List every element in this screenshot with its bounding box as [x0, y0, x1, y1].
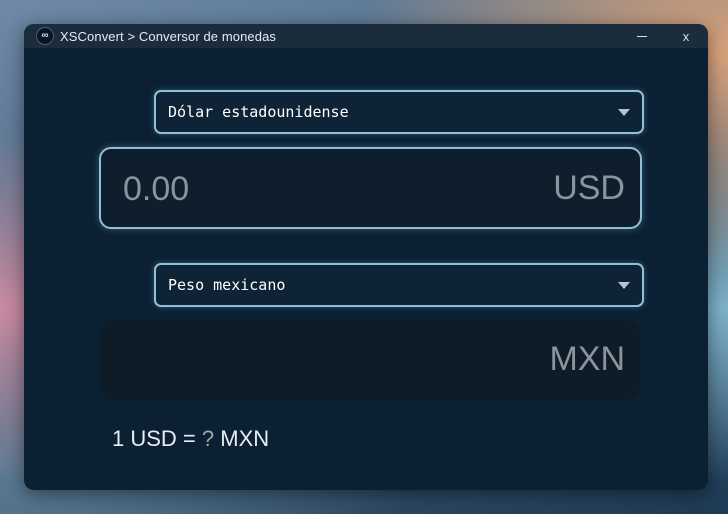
- title-bar[interactable]: ∞ XSConvert > Conversor de monedas x: [24, 24, 708, 48]
- exchange-rate-text: 1 USD = ? MXN: [112, 426, 269, 452]
- from-currency-label: Dólar estadounidense: [168, 103, 349, 121]
- from-amount-input[interactable]: [123, 169, 503, 209]
- from-currency-select[interactable]: Dólar estadounidense: [154, 90, 644, 134]
- rate-suffix: MXN: [214, 426, 270, 451]
- close-button[interactable]: x: [664, 24, 708, 48]
- minimize-icon: [637, 35, 647, 37]
- rate-prefix: 1 USD =: [112, 426, 202, 451]
- chevron-down-icon: [618, 108, 630, 116]
- from-amount-box: USD: [99, 147, 642, 229]
- to-currency-select[interactable]: Peso mexicano: [154, 263, 644, 307]
- to-amount-output: MXN: [101, 320, 640, 400]
- chevron-down-icon: [618, 281, 630, 289]
- close-icon: x: [682, 28, 690, 44]
- app-window: ∞ XSConvert > Conversor de monedas x Dól…: [24, 24, 708, 490]
- window-title: XSConvert > Conversor de monedas: [60, 28, 277, 44]
- link-icon: ∞: [36, 27, 54, 45]
- to-currency-code: MXN: [549, 340, 625, 378]
- rate-value: ?: [201, 426, 215, 451]
- minimize-button[interactable]: [620, 24, 664, 48]
- from-currency-code: USD: [553, 169, 625, 207]
- to-currency-label: Peso mexicano: [168, 276, 286, 294]
